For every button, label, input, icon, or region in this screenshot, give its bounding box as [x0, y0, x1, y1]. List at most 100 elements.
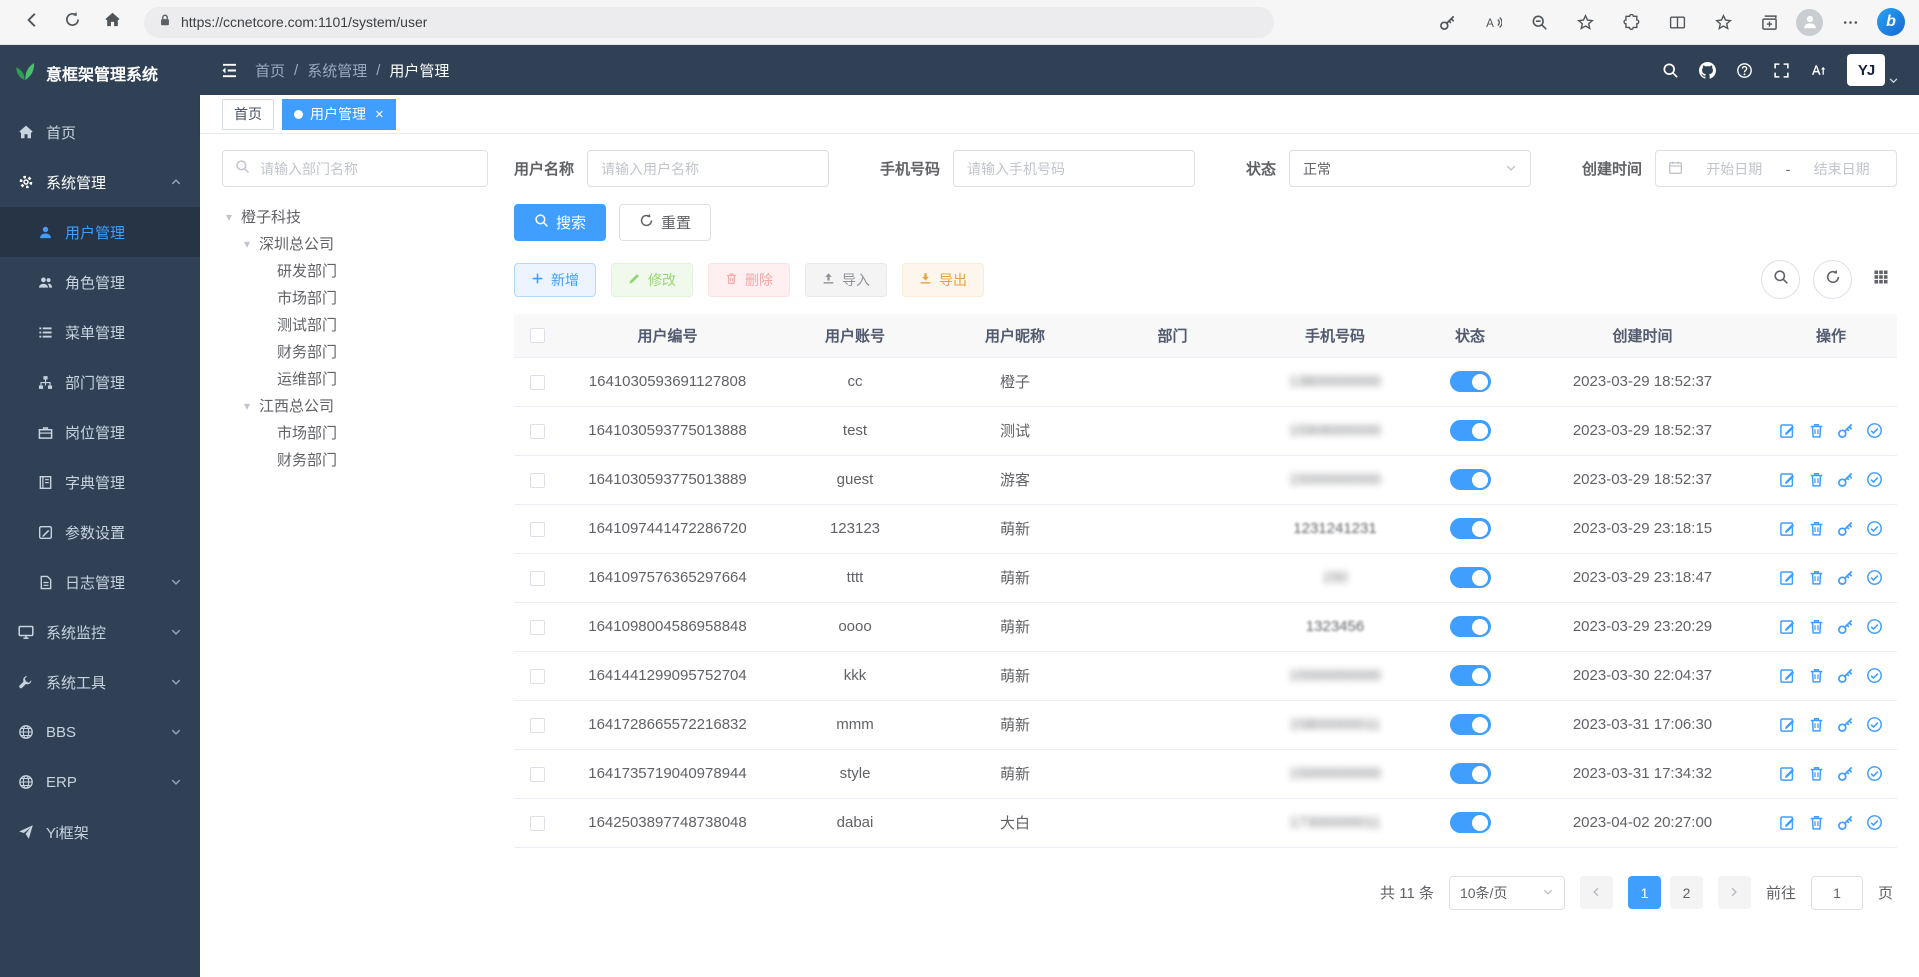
- tree-node[interactable]: ▾财务部门: [222, 338, 488, 365]
- tree-node[interactable]: ▾研发部门: [222, 257, 488, 284]
- assign-role-icon[interactable]: [1866, 569, 1883, 586]
- reset-password-icon[interactable]: [1837, 471, 1854, 488]
- modify-button[interactable]: 修改: [611, 263, 693, 297]
- delete-user-icon[interactable]: [1808, 422, 1825, 439]
- edit-user-icon[interactable]: [1779, 569, 1796, 586]
- tree-node[interactable]: ▾市场部门: [222, 419, 488, 446]
- sidebar-item-monitor[interactable]: 系统监控: [0, 607, 200, 657]
- edit-user-icon[interactable]: [1779, 520, 1796, 537]
- sidebar-item-tools[interactable]: 系统工具: [0, 657, 200, 707]
- row-checkbox[interactable]: [530, 375, 545, 390]
- edit-user-icon[interactable]: [1779, 667, 1796, 684]
- search-button[interactable]: 搜索: [514, 204, 606, 241]
- page-button-2[interactable]: 2: [1670, 876, 1703, 909]
- assign-role-icon[interactable]: [1866, 814, 1883, 831]
- edit-user-icon[interactable]: [1779, 716, 1796, 733]
- delete-user-icon[interactable]: [1808, 667, 1825, 684]
- help-question-icon[interactable]: [1736, 62, 1753, 79]
- delete-user-icon[interactable]: [1808, 765, 1825, 782]
- browser-refresh-button[interactable]: [54, 5, 90, 39]
- status-select[interactable]: 正常: [1289, 150, 1531, 187]
- status-toggle[interactable]: [1450, 469, 1491, 490]
- assign-role-icon[interactable]: [1866, 765, 1883, 782]
- password-key-icon[interactable]: [1428, 5, 1466, 39]
- edit-user-icon[interactable]: [1779, 422, 1796, 439]
- add-favorite-star-icon[interactable]: [1566, 5, 1604, 39]
- status-toggle[interactable]: [1450, 616, 1491, 637]
- row-checkbox[interactable]: [530, 522, 545, 537]
- reset-button[interactable]: 重置: [619, 204, 711, 241]
- reset-password-icon[interactable]: [1837, 765, 1854, 782]
- date-range-picker[interactable]: 开始日期 - 结束日期: [1655, 150, 1897, 187]
- edit-user-icon[interactable]: [1779, 471, 1796, 488]
- browser-home-button[interactable]: [94, 5, 130, 39]
- row-checkbox[interactable]: [530, 767, 545, 782]
- bing-copilot-icon[interactable]: b: [1877, 8, 1905, 36]
- username-input[interactable]: [587, 150, 829, 187]
- delete-user-icon[interactable]: [1808, 471, 1825, 488]
- select-all-checkbox[interactable]: [530, 328, 545, 343]
- status-toggle[interactable]: [1450, 567, 1491, 588]
- sidebar-toggle-icon[interactable]: [220, 61, 239, 80]
- delete-user-icon[interactable]: [1808, 569, 1825, 586]
- edit-user-icon[interactable]: [1779, 618, 1796, 635]
- fullscreen-icon[interactable]: [1773, 62, 1790, 79]
- page-size-select[interactable]: 10条/页: [1449, 876, 1565, 910]
- assign-role-icon[interactable]: [1866, 422, 1883, 439]
- prev-page-button[interactable]: [1580, 876, 1613, 909]
- refresh-table-button[interactable]: [1813, 260, 1852, 299]
- tab-close-icon[interactable]: ×: [375, 107, 384, 122]
- breadcrumb-item[interactable]: 系统管理: [307, 60, 367, 81]
- row-checkbox[interactable]: [530, 816, 545, 831]
- sidebar-item-system[interactable]: 系统管理: [0, 157, 200, 207]
- browser-settings-dots-icon[interactable]: [1831, 5, 1869, 39]
- extensions-puzzle-icon[interactable]: [1612, 5, 1650, 39]
- reset-password-icon[interactable]: [1837, 667, 1854, 684]
- reset-password-icon[interactable]: [1837, 814, 1854, 831]
- column-settings-button[interactable]: [1865, 264, 1897, 296]
- import-button[interactable]: 导入: [805, 263, 887, 297]
- sidebar-item-bbs[interactable]: BBS: [0, 707, 200, 757]
- tab-home[interactable]: 首页: [222, 99, 274, 130]
- browser-profile-avatar[interactable]: [1796, 9, 1823, 36]
- reset-password-icon[interactable]: [1837, 618, 1854, 635]
- address-bar[interactable]: https://ccnetcore.com:1101/system/user: [144, 7, 1274, 38]
- tree-node[interactable]: ▾深圳总公司: [222, 230, 488, 257]
- page-button-1[interactable]: 1: [1628, 876, 1661, 909]
- reset-password-icon[interactable]: [1837, 716, 1854, 733]
- tree-node[interactable]: ▾江西总公司: [222, 392, 488, 419]
- reset-password-icon[interactable]: [1837, 422, 1854, 439]
- tree-node[interactable]: ▾测试部门: [222, 311, 488, 338]
- status-toggle[interactable]: [1450, 665, 1491, 686]
- header-search-icon[interactable]: [1662, 62, 1679, 79]
- sidebar-item-yi-framework[interactable]: Yi框架: [0, 807, 200, 857]
- toggle-search-button[interactable]: [1761, 260, 1800, 299]
- github-icon[interactable]: [1699, 62, 1716, 79]
- next-page-button[interactable]: [1718, 876, 1751, 909]
- split-screen-icon[interactable]: [1658, 5, 1696, 39]
- delete-user-icon[interactable]: [1808, 520, 1825, 537]
- sidebar-item-role-mgmt[interactable]: 角色管理: [0, 257, 200, 307]
- reset-password-icon[interactable]: [1837, 520, 1854, 537]
- favorites-icon[interactable]: [1704, 5, 1742, 39]
- row-checkbox[interactable]: [530, 620, 545, 635]
- delete-button[interactable]: 删除: [708, 263, 790, 297]
- status-toggle[interactable]: [1450, 714, 1491, 735]
- sidebar-item-home[interactable]: 首页: [0, 107, 200, 157]
- browser-back-button[interactable]: [14, 5, 50, 39]
- delete-user-icon[interactable]: [1808, 814, 1825, 831]
- add-button[interactable]: 新增: [514, 263, 596, 297]
- row-checkbox[interactable]: [530, 424, 545, 439]
- assign-role-icon[interactable]: [1866, 618, 1883, 635]
- delete-user-icon[interactable]: [1808, 618, 1825, 635]
- zoom-out-icon[interactable]: [1520, 5, 1558, 39]
- tree-node[interactable]: ▾橙子科技: [222, 203, 488, 230]
- export-button[interactable]: 导出: [902, 263, 984, 297]
- app-logo[interactable]: 意框架管理系统: [0, 45, 200, 101]
- status-toggle[interactable]: [1450, 812, 1491, 833]
- sidebar-item-dict-mgmt[interactable]: 字典管理: [0, 457, 200, 507]
- assign-role-icon[interactable]: [1866, 471, 1883, 488]
- assign-role-icon[interactable]: [1866, 716, 1883, 733]
- tab-user-mgmt[interactable]: 用户管理×: [282, 99, 396, 130]
- sidebar-item-dept-mgmt[interactable]: 部门管理: [0, 357, 200, 407]
